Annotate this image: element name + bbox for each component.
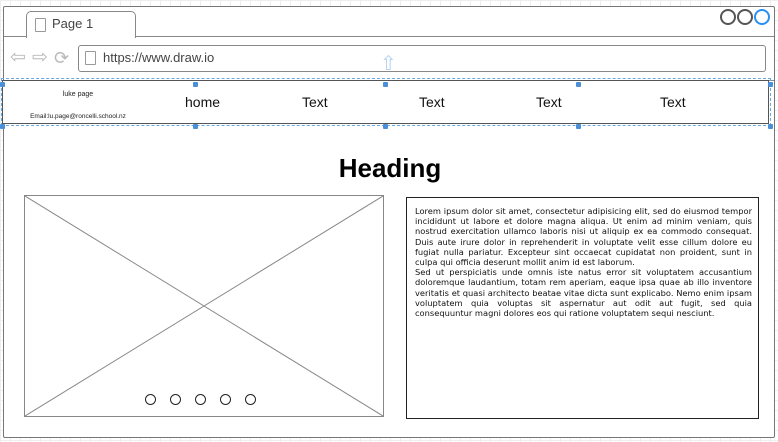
nav-item-text-4[interactable]: Text: [660, 94, 686, 110]
carousel-dot[interactable]: [220, 394, 231, 405]
reload-icon[interactable]: ⟳: [54, 49, 69, 67]
carousel-dot[interactable]: [245, 394, 256, 405]
page-heading[interactable]: Heading: [4, 153, 776, 184]
brand-block: luke page Email:lu.page@roncelli.school.…: [3, 81, 153, 125]
carousel-dot[interactable]: [170, 394, 181, 405]
resize-handle[interactable]: [383, 124, 388, 129]
close-icon[interactable]: [754, 9, 770, 25]
url-field[interactable]: https://www.draw.io: [78, 45, 766, 72]
url-text: https://www.draw.io: [103, 50, 215, 65]
forward-arrow-icon[interactable]: ⇨: [32, 48, 48, 67]
resize-handle[interactable]: [193, 82, 198, 87]
document-icon: [35, 18, 46, 32]
lorem-text-block[interactable]: Lorem ipsum dolor sit amet, consectetur …: [406, 197, 759, 419]
back-arrow-icon[interactable]: ⇦: [10, 48, 26, 67]
move-up-arrow-icon[interactable]: ⇧: [380, 54, 397, 74]
image-placeholder[interactable]: [24, 195, 384, 417]
nav-item-home[interactable]: home: [185, 94, 220, 110]
nav-item-text-3[interactable]: Text: [536, 94, 562, 110]
brand-name: luke page: [62, 91, 94, 98]
resize-handle[interactable]: [193, 124, 198, 129]
resize-handle[interactable]: [0, 82, 5, 87]
paragraph-1: Lorem ipsum dolor sit amet, consectetur …: [415, 206, 752, 268]
minimize-icon[interactable]: [720, 9, 736, 25]
brand-email: Email:lu.page@roncelli.school.nz: [30, 113, 126, 120]
nav-item-text-2[interactable]: Text: [419, 94, 445, 110]
carousel-dots: [145, 394, 256, 405]
carousel-dot[interactable]: [195, 394, 206, 405]
tab-bar: Page 1: [4, 7, 774, 38]
maximize-icon[interactable]: [737, 9, 753, 25]
resize-handle[interactable]: [768, 124, 773, 129]
resize-handle[interactable]: [576, 124, 581, 129]
tab-title: Page 1: [52, 16, 94, 31]
resize-handle[interactable]: [383, 82, 388, 87]
carousel-dot[interactable]: [145, 394, 156, 405]
paragraph-2: Sed ut perspiciatis unde omnis iste natu…: [415, 267, 752, 319]
browser-tab[interactable]: Page 1: [26, 11, 136, 38]
resize-handle[interactable]: [0, 124, 5, 129]
resize-handle[interactable]: [576, 82, 581, 87]
resize-handle[interactable]: [768, 82, 773, 87]
page-icon: [85, 51, 96, 65]
window-controls: [720, 9, 770, 25]
nav-item-text-1[interactable]: Text: [302, 94, 328, 110]
image-placeholder-x-icon: [25, 196, 383, 416]
